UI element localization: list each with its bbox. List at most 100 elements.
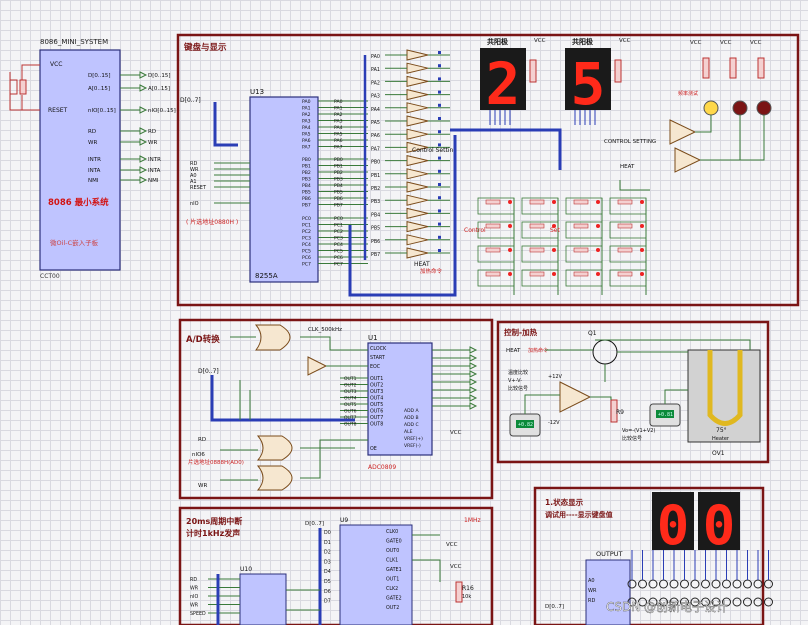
key-switch-3-3 [617, 271, 633, 277]
buffer-label-9: PB1 [371, 173, 380, 179]
minisys-pin-ext-6: INTA [148, 168, 161, 174]
key-dot-3-3 [640, 272, 644, 276]
minisys-pin-6: INTA [88, 168, 101, 174]
timer-b-dpin-6: D6 [324, 589, 331, 595]
kbd-port_b-out-3: PB3 [334, 177, 343, 183]
kbd-control-setting: Control Setting [412, 147, 457, 154]
timer-b-dpin-7: D7 [324, 599, 331, 605]
timer-b-dpin-4: D4 [324, 569, 331, 575]
timer-ctrl-2: nIO [190, 594, 198, 600]
status-sub: 调试用----显示键盘值 [545, 510, 613, 519]
ad-buffer [307, 356, 328, 376]
kbd-port_c-out-2: PC2 [334, 229, 343, 235]
timer-b-pin-3: CLK1 [386, 558, 398, 564]
ad-out-label-6: OUT4 [344, 396, 357, 402]
minisys-block[interactable]: 8086_MINI_SYSTEM 8086 最小系统 微Oil-C嵌入子板 CC… [9, 38, 176, 280]
status-pin-a0: A0 [588, 578, 595, 584]
kbd-port_c-out-6: PC6 [334, 255, 343, 261]
buffer-label-6: PA6 [371, 133, 380, 139]
key-dot-1-3 [640, 224, 644, 228]
key-switch-3-2 [573, 271, 589, 277]
buffer-gate-11 [406, 194, 429, 206]
kbd-port_b-out-0: PB0 [334, 157, 343, 163]
kbd-heat-note: 加热命令 [420, 267, 443, 275]
ad-pin-1: START [370, 355, 385, 361]
status-res-b-12 [753, 597, 763, 607]
minisys-pin-1: A[0..15] [88, 86, 110, 92]
kbd-cs-note: ( 片选地址0880H ) [186, 218, 238, 226]
minisys-sub: 微Oil-C嵌入子板 [50, 238, 99, 247]
led-yellow [703, 100, 719, 116]
ad-in-arrow-7 [469, 402, 478, 410]
timer-chip-a[interactable] [239, 573, 287, 625]
kbd-port_b-out-2: PB2 [334, 170, 343, 176]
ad-pin-0: CLOCK [370, 346, 387, 352]
minisys-pin-arrow-2 [139, 106, 148, 114]
ad-in-arrow-6 [469, 394, 478, 402]
kbd-port_c-out-5: PC5 [334, 249, 343, 255]
status-pin-wr: WR [588, 588, 597, 594]
buffer-probe-3 [438, 90, 441, 94]
led-label: 频率测试 [678, 90, 698, 97]
kbd-disp-label-1: 共阳极 [487, 37, 509, 46]
minisys-pin-2: nIO[0..15] [88, 108, 116, 114]
status-res-3 [659, 579, 668, 589]
ad-in-arrow-2 [469, 362, 478, 370]
buffer-gate-15 [406, 247, 429, 259]
ad-addr-pin-2: ADD C [404, 422, 419, 428]
kbd-port_a-in-0: PA0 [302, 99, 311, 105]
heat-cmp-2: V+-V- [508, 378, 522, 384]
minisys-pin-7: NMI [88, 178, 99, 184]
buffer-probe-15 [438, 249, 441, 252]
buffer-label-14: PB6 [371, 239, 380, 245]
buffer-gate-14 [406, 234, 429, 246]
minisys-pin-ext-5: INTR [148, 157, 161, 163]
status-res-12 [753, 579, 763, 589]
heat-comparator [559, 381, 592, 413]
kbd-keypad-matrix [477, 197, 647, 295]
ad-addr-pin-3: ALE [404, 429, 413, 435]
kbd-bus: D[0..7] [180, 97, 201, 104]
ad-pin-9: OUT7 [370, 415, 383, 421]
buffer-gate-5 [406, 115, 429, 127]
vcc-led-1: VCC [690, 40, 702, 46]
key-switch-1-2 [573, 223, 589, 229]
key-dot-2-3 [640, 248, 644, 252]
ad-out-label-8: OUT6 [344, 409, 357, 415]
timer-b-pin-1: GATE0 [386, 539, 402, 545]
status-res-2 [648, 579, 658, 589]
kbd-port_b-in-1: PB1 [302, 164, 311, 170]
minisys-pin-arrow-5 [139, 155, 148, 163]
key-switch-0-2 [573, 199, 589, 205]
kbd-left-pin-4: RESET [190, 185, 207, 191]
buffer-probe-2 [438, 77, 441, 81]
kbd-port_c-out-7: PC7 [334, 262, 343, 268]
heat-frame: 控制-加热 Q1 HEAT 加热命令 温度比较 V+-V- 比较信号 R9 +0… [496, 320, 770, 464]
buffer-gate-9 [406, 168, 429, 180]
ad-pin-11: OE [370, 446, 377, 452]
kbd-data-bus [213, 102, 238, 147]
ad-chip-ref: U1 [368, 334, 378, 342]
status-res-7 [701, 579, 710, 589]
heat-cmd: HEAT [506, 348, 521, 354]
heat-vplus: +12V [548, 374, 563, 380]
kbd-port_b-in-7: PB7 [302, 203, 311, 209]
res-led-1 [702, 57, 710, 79]
kbd-left-pin-5: nIO [190, 201, 199, 207]
kbd-port_b-in-4: PB4 [302, 183, 311, 189]
status-title: 1.状态显示 [545, 497, 584, 507]
ad-pin-7: OUT5 [370, 402, 383, 408]
seg-digit-2: 5 [571, 50, 606, 118]
buffer-probe-10 [438, 183, 441, 186]
minisys-title: 8086_MINI_SYSTEM [40, 38, 108, 46]
timer-b-dpin-1: D1 [324, 540, 331, 546]
key-switch-1-1 [529, 223, 545, 229]
vcc-led-3: VCC [750, 40, 762, 46]
key-dot-1-2 [596, 224, 600, 228]
ad-pin-8: OUT6 [370, 409, 383, 415]
ad-out-label-4: OUT2 [344, 383, 357, 389]
minisys-pin-ext-2: nIO[0..15] [148, 108, 176, 114]
heat-vminus: -12V [548, 420, 560, 426]
minisys-pin-ext-1: A[0..15] [148, 86, 170, 92]
heat-title: 控制-加热 [504, 327, 538, 337]
